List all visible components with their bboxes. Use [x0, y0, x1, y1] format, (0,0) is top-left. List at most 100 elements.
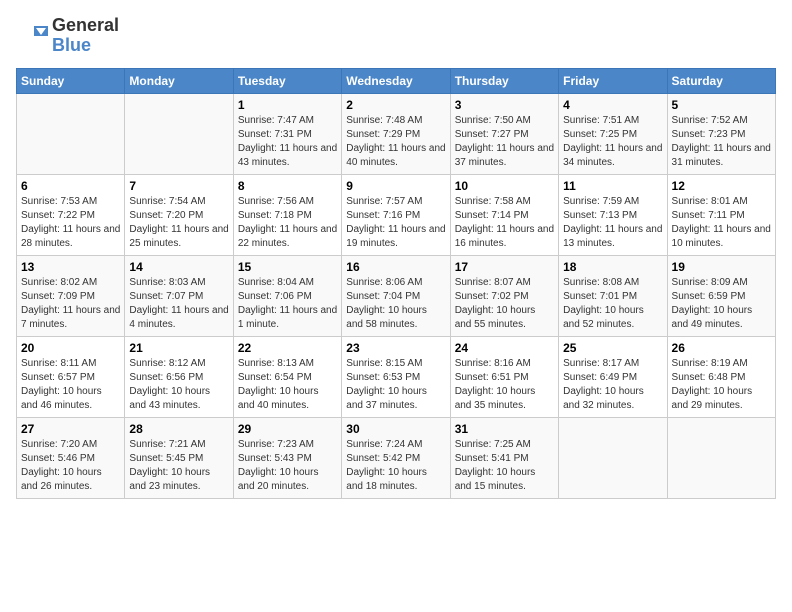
calendar-cell: 4 Sunrise: 7:51 AM Sunset: 7:25 PM Daylig…	[559, 93, 667, 174]
day-number: 16	[346, 260, 445, 274]
logo-icon	[16, 22, 48, 50]
calendar-week-row: 13 Sunrise: 8:02 AM Sunset: 7:09 PM Dayli…	[17, 255, 776, 336]
calendar-week-row: 6 Sunrise: 7:53 AM Sunset: 7:22 PM Daylig…	[17, 174, 776, 255]
calendar-cell: 24 Sunrise: 8:16 AM Sunset: 6:51 PM Dayli…	[450, 336, 558, 417]
calendar-cell	[667, 417, 775, 498]
calendar-week-row: 1 Sunrise: 7:47 AM Sunset: 7:31 PM Daylig…	[17, 93, 776, 174]
day-number: 23	[346, 341, 445, 355]
day-number: 5	[672, 98, 771, 112]
day-info: Sunrise: 8:17 AM Sunset: 6:49 PM Dayligh…	[563, 357, 662, 413]
calendar-cell: 3 Sunrise: 7:50 AM Sunset: 7:27 PM Daylig…	[450, 93, 558, 174]
day-info: Sunrise: 7:57 AM Sunset: 7:16 PM Dayligh…	[346, 195, 445, 251]
calendar-cell: 13 Sunrise: 8:02 AM Sunset: 7:09 PM Dayli…	[17, 255, 125, 336]
day-number: 25	[563, 341, 662, 355]
day-number: 13	[21, 260, 120, 274]
calendar-cell: 14 Sunrise: 8:03 AM Sunset: 7:07 PM Dayli…	[125, 255, 233, 336]
weekday-header-wednesday: Wednesday	[342, 68, 450, 93]
day-info: Sunrise: 7:48 AM Sunset: 7:29 PM Dayligh…	[346, 114, 445, 170]
day-number: 30	[346, 422, 445, 436]
calendar-cell	[125, 93, 233, 174]
day-number: 20	[21, 341, 120, 355]
calendar-cell: 25 Sunrise: 8:17 AM Sunset: 6:49 PM Dayli…	[559, 336, 667, 417]
day-info: Sunrise: 8:16 AM Sunset: 6:51 PM Dayligh…	[455, 357, 554, 413]
day-info: Sunrise: 8:02 AM Sunset: 7:09 PM Dayligh…	[21, 276, 120, 332]
weekday-header-row: SundayMondayTuesdayWednesdayThursdayFrid…	[17, 68, 776, 93]
day-info: Sunrise: 8:09 AM Sunset: 6:59 PM Dayligh…	[672, 276, 771, 332]
calendar-cell: 18 Sunrise: 8:08 AM Sunset: 7:01 PM Dayli…	[559, 255, 667, 336]
day-number: 10	[455, 179, 554, 193]
day-info: Sunrise: 7:53 AM Sunset: 7:22 PM Dayligh…	[21, 195, 120, 251]
day-info: Sunrise: 7:50 AM Sunset: 7:27 PM Dayligh…	[455, 114, 554, 170]
day-number: 26	[672, 341, 771, 355]
day-info: Sunrise: 8:13 AM Sunset: 6:54 PM Dayligh…	[238, 357, 337, 413]
day-number: 12	[672, 179, 771, 193]
day-number: 18	[563, 260, 662, 274]
calendar-cell: 19 Sunrise: 8:09 AM Sunset: 6:59 PM Dayli…	[667, 255, 775, 336]
calendar-cell: 7 Sunrise: 7:54 AM Sunset: 7:20 PM Daylig…	[125, 174, 233, 255]
day-info: Sunrise: 8:19 AM Sunset: 6:48 PM Dayligh…	[672, 357, 771, 413]
calendar-cell: 27Sunrise: 7:20 AM Sunset: 5:46 PM Dayli…	[17, 417, 125, 498]
calendar-cell: 1 Sunrise: 7:47 AM Sunset: 7:31 PM Daylig…	[233, 93, 341, 174]
calendar-cell: 21Sunrise: 8:12 AM Sunset: 6:56 PM Dayli…	[125, 336, 233, 417]
day-number: 8	[238, 179, 337, 193]
day-info: Sunrise: 7:47 AM Sunset: 7:31 PM Dayligh…	[238, 114, 337, 170]
day-info: Sunrise: 8:04 AM Sunset: 7:06 PM Dayligh…	[238, 276, 337, 332]
calendar-cell: 5Sunrise: 7:52 AM Sunset: 7:23 PM Daylig…	[667, 93, 775, 174]
day-number: 3	[455, 98, 554, 112]
day-number: 15	[238, 260, 337, 274]
calendar-cell: 15 Sunrise: 8:04 AM Sunset: 7:06 PM Dayli…	[233, 255, 341, 336]
calendar-cell: 6 Sunrise: 7:53 AM Sunset: 7:22 PM Daylig…	[17, 174, 125, 255]
day-number: 11	[563, 179, 662, 193]
day-number: 9	[346, 179, 445, 193]
calendar-week-row: 20Sunrise: 8:11 AM Sunset: 6:57 PM Dayli…	[17, 336, 776, 417]
calendar-cell: 26 Sunrise: 8:19 AM Sunset: 6:48 PM Dayli…	[667, 336, 775, 417]
day-number: 7	[129, 179, 228, 193]
weekday-header-thursday: Thursday	[450, 68, 558, 93]
page-header: General Blue	[16, 16, 776, 56]
day-number: 24	[455, 341, 554, 355]
weekday-header-monday: Monday	[125, 68, 233, 93]
calendar-cell: 29 Sunrise: 7:23 AM Sunset: 5:43 PM Dayli…	[233, 417, 341, 498]
calendar-cell: 20Sunrise: 8:11 AM Sunset: 6:57 PM Dayli…	[17, 336, 125, 417]
day-info: Sunrise: 7:56 AM Sunset: 7:18 PM Dayligh…	[238, 195, 337, 251]
calendar-cell: 23Sunrise: 8:15 AM Sunset: 6:53 PM Dayli…	[342, 336, 450, 417]
day-number: 1	[238, 98, 337, 112]
day-info: Sunrise: 8:01 AM Sunset: 7:11 PM Dayligh…	[672, 195, 771, 251]
weekday-header-sunday: Sunday	[17, 68, 125, 93]
calendar-cell: 28 Sunrise: 7:21 AM Sunset: 5:45 PM Dayli…	[125, 417, 233, 498]
day-number: 29	[238, 422, 337, 436]
calendar-table: SundayMondayTuesdayWednesdayThursdayFrid…	[16, 68, 776, 499]
day-number: 19	[672, 260, 771, 274]
day-info: Sunrise: 7:23 AM Sunset: 5:43 PM Dayligh…	[238, 438, 337, 494]
calendar-cell	[559, 417, 667, 498]
day-number: 28	[129, 422, 228, 436]
day-info: Sunrise: 7:51 AM Sunset: 7:25 PM Dayligh…	[563, 114, 662, 170]
day-info: Sunrise: 7:54 AM Sunset: 7:20 PM Dayligh…	[129, 195, 228, 251]
day-number: 14	[129, 260, 228, 274]
day-info: Sunrise: 7:21 AM Sunset: 5:45 PM Dayligh…	[129, 438, 228, 494]
day-info: Sunrise: 7:24 AM Sunset: 5:42 PM Dayligh…	[346, 438, 445, 494]
day-number: 27	[21, 422, 120, 436]
day-info: Sunrise: 7:25 AM Sunset: 5:41 PM Dayligh…	[455, 438, 554, 494]
logo-text: General Blue	[52, 16, 119, 56]
day-number: 21	[129, 341, 228, 355]
day-number: 2	[346, 98, 445, 112]
day-info: Sunrise: 8:06 AM Sunset: 7:04 PM Dayligh…	[346, 276, 445, 332]
calendar-cell: 30 Sunrise: 7:24 AM Sunset: 5:42 PM Dayli…	[342, 417, 450, 498]
day-info: Sunrise: 8:07 AM Sunset: 7:02 PM Dayligh…	[455, 276, 554, 332]
calendar-cell: 8 Sunrise: 7:56 AM Sunset: 7:18 PM Daylig…	[233, 174, 341, 255]
day-number: 31	[455, 422, 554, 436]
day-info: Sunrise: 8:03 AM Sunset: 7:07 PM Dayligh…	[129, 276, 228, 332]
day-number: 22	[238, 341, 337, 355]
calendar-cell: 22 Sunrise: 8:13 AM Sunset: 6:54 PM Dayli…	[233, 336, 341, 417]
calendar-cell: 2 Sunrise: 7:48 AM Sunset: 7:29 PM Daylig…	[342, 93, 450, 174]
day-number: 6	[21, 179, 120, 193]
day-info: Sunrise: 8:08 AM Sunset: 7:01 PM Dayligh…	[563, 276, 662, 332]
day-number: 4	[563, 98, 662, 112]
calendar-cell: 31 Sunrise: 7:25 AM Sunset: 5:41 PM Dayli…	[450, 417, 558, 498]
calendar-cell: 11Sunrise: 7:59 AM Sunset: 7:13 PM Dayli…	[559, 174, 667, 255]
calendar-cell: 12 Sunrise: 8:01 AM Sunset: 7:11 PM Dayli…	[667, 174, 775, 255]
day-info: Sunrise: 7:58 AM Sunset: 7:14 PM Dayligh…	[455, 195, 554, 251]
day-number: 17	[455, 260, 554, 274]
calendar-cell: 17 Sunrise: 8:07 AM Sunset: 7:02 PM Dayli…	[450, 255, 558, 336]
